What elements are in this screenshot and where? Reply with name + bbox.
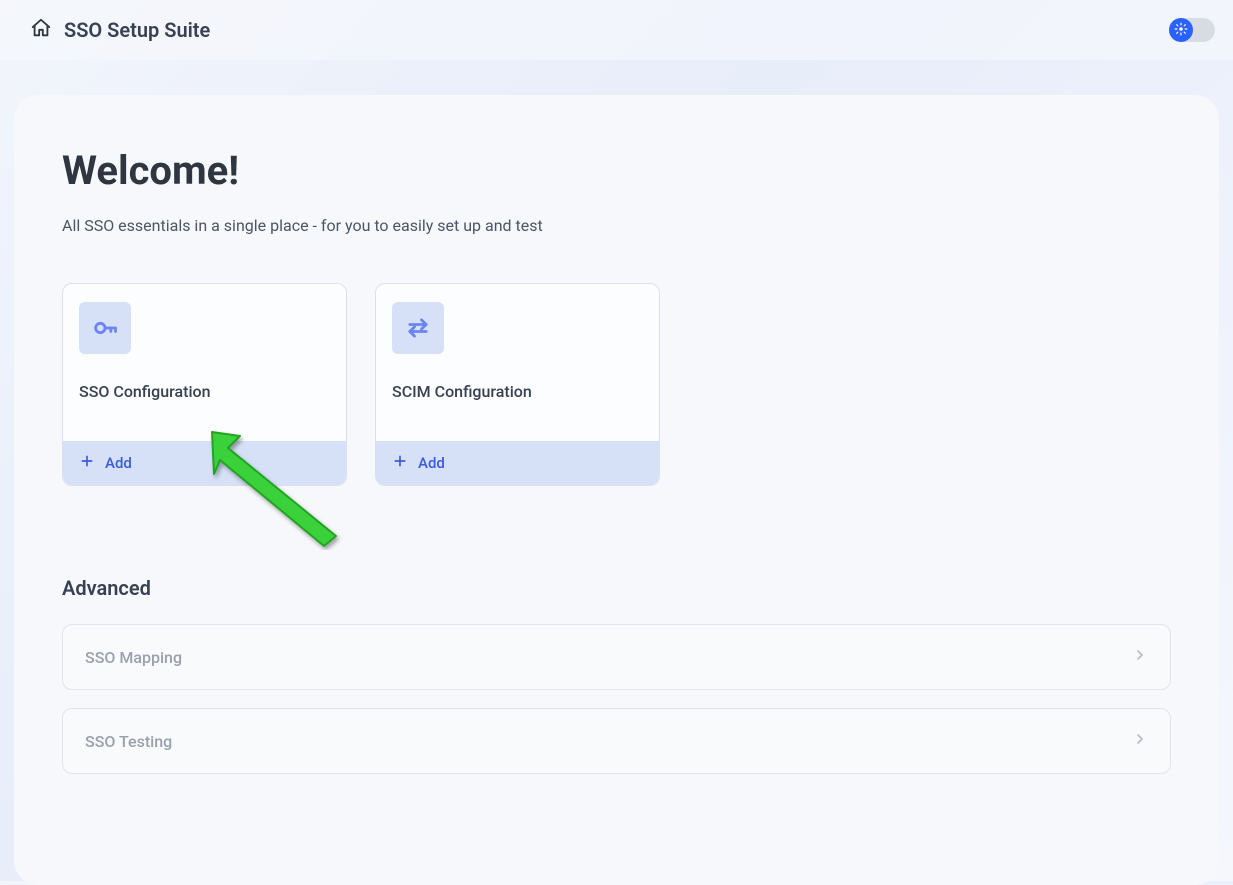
plus-icon xyxy=(79,453,95,473)
add-sso-configuration-button[interactable]: Add xyxy=(63,441,346,485)
add-label: Add xyxy=(418,454,445,472)
welcome-title: Welcome! xyxy=(62,147,1171,194)
card-sso-configuration: SSO Configuration Add xyxy=(62,283,347,486)
advanced-item-label: SSO Testing xyxy=(85,732,172,751)
chevron-right-icon xyxy=(1132,731,1148,751)
card-scim-configuration: SCIM Configuration Add xyxy=(375,283,660,486)
sun-icon xyxy=(1174,21,1188,40)
cards-row: SSO Configuration Add xyxy=(62,283,1171,486)
top-bar-left: SSO Setup Suite xyxy=(30,17,210,43)
theme-toggle-wrap xyxy=(1169,18,1215,42)
app-title: SSO Setup Suite xyxy=(64,18,210,42)
top-bar: SSO Setup Suite xyxy=(0,0,1233,60)
advanced-item-label: SSO Mapping xyxy=(85,648,182,667)
card-body: SSO Configuration xyxy=(63,284,346,441)
theme-toggle[interactable] xyxy=(1169,18,1215,42)
add-scim-configuration-button[interactable]: Add xyxy=(376,441,659,485)
welcome-subtitle: All SSO essentials in a single place - f… xyxy=(62,216,1171,235)
card-title: SCIM Configuration xyxy=(392,382,643,401)
key-icon xyxy=(79,302,131,354)
card-title: SSO Configuration xyxy=(79,382,330,401)
advanced-item-sso-testing[interactable]: SSO Testing xyxy=(62,708,1171,774)
plus-icon xyxy=(392,453,408,473)
page-wrap: Welcome! All SSO essentials in a single … xyxy=(0,60,1233,885)
theme-toggle-knob xyxy=(1169,18,1193,42)
advanced-section-title: Advanced xyxy=(62,576,1171,600)
chevron-right-icon xyxy=(1132,647,1148,667)
home-icon[interactable] xyxy=(30,17,52,43)
card-body: SCIM Configuration xyxy=(376,284,659,441)
swap-icon xyxy=(392,302,444,354)
advanced-item-sso-mapping[interactable]: SSO Mapping xyxy=(62,624,1171,690)
main-panel: Welcome! All SSO essentials in a single … xyxy=(14,95,1219,885)
add-label: Add xyxy=(105,454,132,472)
